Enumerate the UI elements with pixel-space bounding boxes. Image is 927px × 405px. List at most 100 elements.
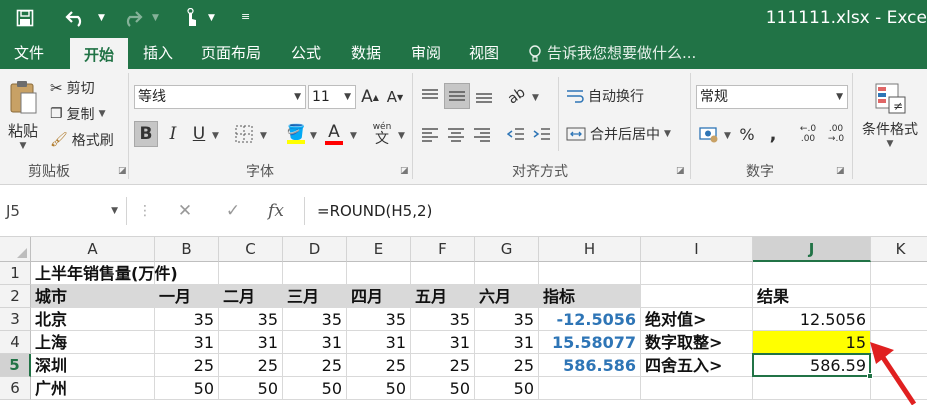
align-bottom-button[interactable] bbox=[472, 83, 496, 109]
cell-g2[interactable]: 六月 bbox=[475, 285, 539, 308]
cell-a5[interactable]: 深圳 bbox=[31, 354, 155, 377]
column-header-a[interactable]: A bbox=[31, 237, 155, 262]
cancel-entry-button[interactable]: ✕ bbox=[172, 199, 198, 223]
font-color-dropdown-icon[interactable]: ▼ bbox=[350, 131, 357, 141]
cell-f2[interactable]: 五月 bbox=[411, 285, 475, 308]
cell-e4[interactable]: 31 bbox=[347, 331, 411, 354]
cell-g5[interactable]: 25 bbox=[475, 354, 539, 377]
cell-e2[interactable]: 四月 bbox=[347, 285, 411, 308]
undo-icon[interactable] bbox=[62, 5, 90, 31]
cell-c5[interactable]: 25 bbox=[219, 354, 283, 377]
cell-j4[interactable]: 15 bbox=[753, 331, 871, 354]
cell-h5[interactable]: 586.586 bbox=[539, 354, 641, 377]
cell-g6[interactable]: 50 bbox=[475, 377, 539, 400]
column-header-e[interactable]: E bbox=[347, 237, 411, 262]
merge-center-button[interactable]: 合并后居中 ▼ bbox=[566, 121, 686, 147]
row-header-1[interactable]: 1 bbox=[0, 262, 31, 285]
cell-d4[interactable]: 31 bbox=[283, 331, 347, 354]
increase-decimal-button[interactable]: ←.0 .00 bbox=[796, 119, 820, 149]
cell-i6[interactable] bbox=[641, 377, 753, 400]
touch-mode-icon[interactable] bbox=[178, 5, 204, 31]
row-header-4[interactable]: 4 bbox=[0, 331, 31, 354]
cell-a3[interactable]: 北京 bbox=[31, 308, 155, 331]
cell-d5[interactable]: 25 bbox=[283, 354, 347, 377]
cell-c6[interactable]: 50 bbox=[219, 377, 283, 400]
row-header-5[interactable]: 5 bbox=[0, 354, 31, 377]
confirm-entry-button[interactable]: ✓ bbox=[220, 199, 246, 223]
cell-i3[interactable]: 绝对值> bbox=[641, 308, 753, 331]
formula-input[interactable]: =ROUND(H5,2) bbox=[304, 197, 927, 225]
font-color-button[interactable]: A bbox=[322, 121, 346, 147]
cell-j3[interactable]: 12.5056 bbox=[753, 308, 871, 331]
touch-dropdown-icon[interactable]: ▼ bbox=[208, 13, 215, 23]
tab-data[interactable]: 数据 bbox=[338, 38, 394, 69]
border-button[interactable] bbox=[232, 121, 256, 147]
orientation-dropdown-icon[interactable]: ▼ bbox=[532, 93, 539, 103]
accounting-dropdown-icon[interactable]: ▼ bbox=[724, 131, 731, 141]
font-name-select[interactable]: 等线 ▼ bbox=[134, 85, 306, 109]
align-middle-button[interactable] bbox=[444, 83, 470, 109]
font-launcher-icon[interactable]: ◪ bbox=[400, 166, 409, 176]
customize-toolbar-icon[interactable]: ≡ bbox=[241, 10, 250, 23]
paste-button[interactable]: 粘贴 ▼ bbox=[4, 75, 42, 155]
underline-button[interactable]: U bbox=[188, 121, 210, 147]
grow-font-button[interactable]: A ▲ bbox=[360, 85, 380, 109]
alignment-launcher-icon[interactable]: ◪ bbox=[676, 166, 685, 176]
increase-indent-button[interactable] bbox=[530, 121, 554, 147]
border-dropdown-icon[interactable]: ▼ bbox=[260, 131, 267, 141]
orientation-button[interactable]: ab bbox=[504, 83, 530, 109]
cell-c4[interactable]: 31 bbox=[219, 331, 283, 354]
font-size-select[interactable]: 11 ▼ bbox=[308, 85, 356, 109]
cell-d6[interactable]: 50 bbox=[283, 377, 347, 400]
align-top-button[interactable] bbox=[418, 83, 442, 109]
cell-e6[interactable]: 50 bbox=[347, 377, 411, 400]
wrap-text-button[interactable]: 自动换行 bbox=[566, 83, 666, 109]
cell-k3[interactable] bbox=[871, 308, 927, 331]
tab-formulas[interactable]: 公式 bbox=[278, 38, 334, 69]
cell-h6[interactable] bbox=[539, 377, 641, 400]
shrink-font-button[interactable]: A ▼ bbox=[384, 85, 406, 109]
number-launcher-icon[interactable]: ◪ bbox=[836, 166, 845, 176]
cell-g3[interactable]: 35 bbox=[475, 308, 539, 331]
cell-k1[interactable] bbox=[871, 262, 927, 285]
cell-a6[interactable]: 广州 bbox=[31, 377, 155, 400]
column-header-i[interactable]: I bbox=[641, 237, 753, 262]
column-header-d[interactable]: D bbox=[283, 237, 347, 262]
comma-style-button[interactable]: , bbox=[762, 121, 784, 147]
cell-d3[interactable]: 35 bbox=[283, 308, 347, 331]
cell-c2[interactable]: 二月 bbox=[219, 285, 283, 308]
cell-j6[interactable] bbox=[753, 377, 871, 400]
cell-b1[interactable] bbox=[155, 262, 219, 285]
cell-c3[interactable]: 35 bbox=[219, 308, 283, 331]
cell-j1[interactable] bbox=[753, 262, 871, 285]
cell-e1[interactable] bbox=[347, 262, 411, 285]
bold-button[interactable]: B bbox=[134, 121, 158, 147]
cell-i2[interactable] bbox=[641, 285, 753, 308]
decrease-decimal-button[interactable]: .00 →.0 bbox=[824, 119, 848, 149]
cell-a2[interactable]: 城市 bbox=[31, 285, 155, 308]
redo-icon[interactable] bbox=[118, 5, 146, 31]
cell-e3[interactable]: 35 bbox=[347, 308, 411, 331]
cell-h3[interactable]: -12.5056 bbox=[539, 308, 641, 331]
clipboard-launcher-icon[interactable]: ◪ bbox=[118, 166, 127, 176]
cell-b4[interactable]: 31 bbox=[155, 331, 219, 354]
cell-k2[interactable] bbox=[871, 285, 927, 308]
tell-me-search[interactable]: 告诉我您想要做什么... bbox=[528, 38, 696, 69]
cell-d1[interactable] bbox=[283, 262, 347, 285]
cell-j2[interactable]: 结果 bbox=[753, 285, 871, 308]
column-header-f[interactable]: F bbox=[411, 237, 475, 262]
cell-d2[interactable]: 三月 bbox=[283, 285, 347, 308]
decrease-indent-button[interactable] bbox=[504, 121, 528, 147]
cell-b2[interactable]: 一月 bbox=[155, 285, 219, 308]
tab-home[interactable]: 开始 bbox=[70, 38, 128, 69]
cell-f1[interactable] bbox=[411, 262, 475, 285]
column-header-b[interactable]: B bbox=[155, 237, 219, 262]
copy-button[interactable]: ❐ 复制 ▼ bbox=[50, 103, 122, 125]
align-right-button[interactable] bbox=[470, 121, 494, 147]
column-header-g[interactable]: G bbox=[475, 237, 539, 262]
cell-g1[interactable] bbox=[475, 262, 539, 285]
undo-dropdown-icon[interactable]: ▼ bbox=[98, 13, 105, 23]
cell-i1[interactable] bbox=[641, 262, 753, 285]
column-header-h[interactable]: H bbox=[539, 237, 641, 262]
number-format-select[interactable]: 常规 ▼ bbox=[696, 85, 848, 109]
